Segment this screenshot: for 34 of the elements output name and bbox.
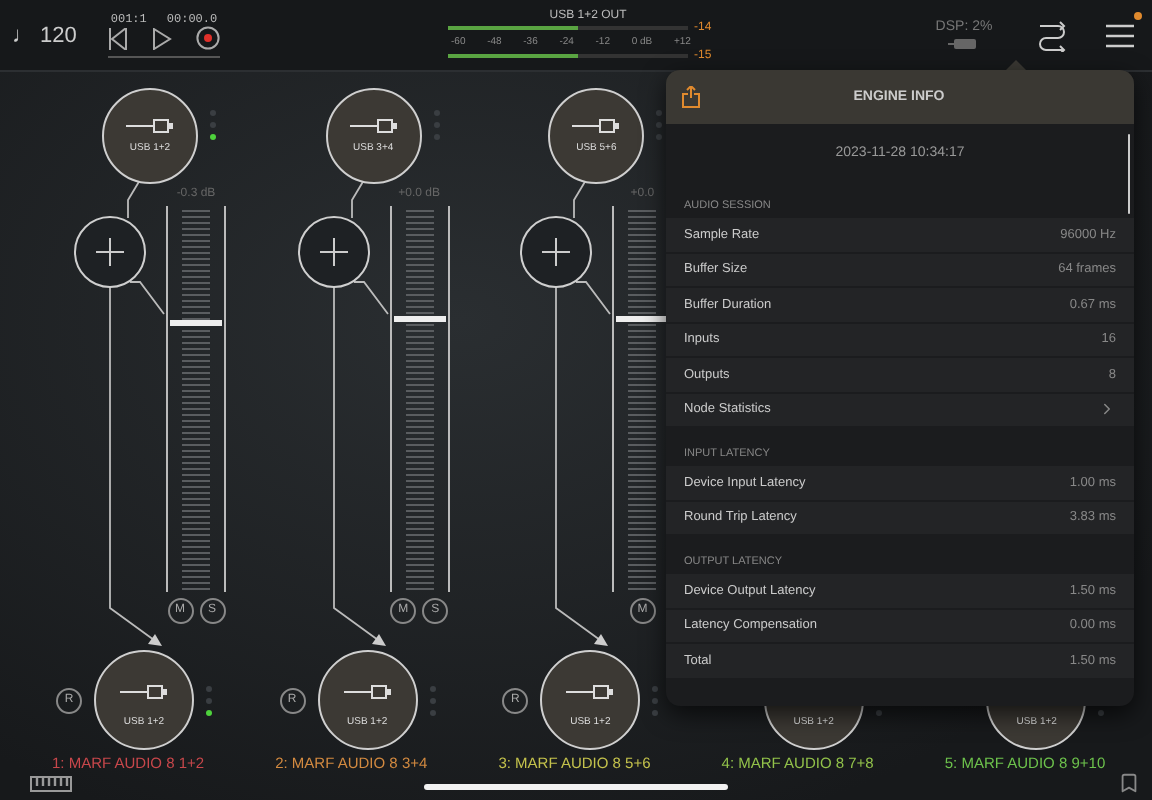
play-icon[interactable] [152, 27, 172, 49]
fader-handle[interactable] [170, 319, 222, 326]
cpu-icon [948, 38, 980, 50]
fader-wire [130, 280, 166, 316]
input-wire [347, 178, 368, 218]
input-wire [570, 178, 591, 218]
tempo-label[interactable]: ♩ 120 [12, 23, 92, 47]
volume-fader[interactable] [166, 205, 226, 592]
rewind-icon[interactable] [108, 27, 128, 49]
volume-fader[interactable] [389, 205, 450, 592]
routing-icon [1036, 19, 1068, 51]
chevron-icon [1098, 400, 1116, 419]
menu-icon [1106, 23, 1134, 47]
input-wire [124, 178, 144, 218]
plus-icon [319, 237, 348, 266]
cable-icon [126, 117, 174, 134]
cable-icon [349, 117, 398, 134]
plus-icon [542, 237, 571, 266]
fader-wire [576, 280, 613, 316]
cable-icon [572, 117, 621, 134]
plus-icon [96, 237, 124, 266]
add-effect-button[interactable] [297, 215, 370, 288]
add-effect-button[interactable] [74, 215, 146, 288]
add-effect-button[interactable] [520, 215, 593, 288]
cable-icon [566, 684, 615, 701]
keyboard-icon[interactable] [30, 776, 72, 792]
bookmark-icon[interactable] [1118, 772, 1140, 794]
fader-handle[interactable] [393, 315, 446, 322]
share-icon[interactable] [682, 86, 700, 108]
fader-wire [353, 280, 390, 316]
cable-icon [120, 684, 168, 701]
cable-icon [343, 684, 392, 701]
record-icon[interactable] [196, 26, 220, 50]
fader-handle[interactable] [616, 315, 669, 322]
